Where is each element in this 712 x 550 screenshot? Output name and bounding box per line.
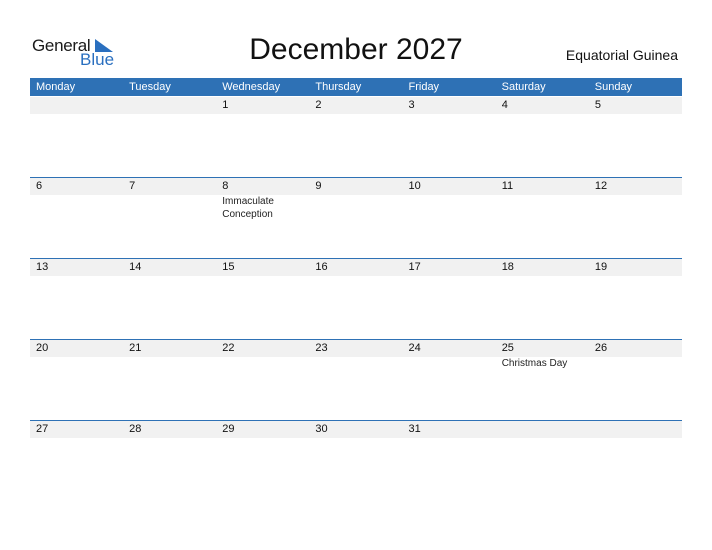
day-cell[interactable]: 3 [403, 97, 496, 177]
weekday-thursday: Thursday [315, 81, 362, 93]
day-number: 16 [315, 261, 328, 273]
day-cell[interactable]: 16 [309, 259, 402, 339]
day-cell[interactable]: 14 [123, 259, 216, 339]
holiday-label: Christmas Day [501, 358, 568, 369]
day-number: 24 [408, 342, 421, 354]
day-number: 27 [36, 423, 49, 435]
week-row: 27 28 29 30 31 [30, 420, 682, 502]
weekday-saturday: Saturday [501, 81, 546, 93]
day-number: 28 [129, 423, 142, 435]
day-cell[interactable]: 18 [496, 259, 589, 339]
day-cell[interactable]: 12 [589, 178, 682, 258]
day-cell[interactable]: 7 [123, 178, 216, 258]
day-number: 30 [315, 423, 328, 435]
day-cell[interactable]: 28 [123, 421, 216, 501]
day-number: 14 [129, 261, 142, 273]
weekday-tuesday: Tuesday [129, 81, 171, 93]
day-number: 13 [36, 261, 49, 273]
day-cell[interactable]: 8 Immaculate Conception [216, 178, 309, 258]
day-number: 1 [222, 99, 229, 111]
holiday-label: Immaculate Conception [222, 196, 274, 220]
day-cell [30, 97, 123, 177]
day-cell[interactable]: 30 [309, 421, 402, 501]
day-cell[interactable]: 1 [216, 97, 309, 177]
weekday-monday: Monday [36, 81, 76, 93]
day-number: 7 [129, 180, 136, 192]
day-cell[interactable]: 4 [496, 97, 589, 177]
day-number: 21 [129, 342, 142, 354]
week-row: 6 7 8 Immaculate Conception 9 10 11 12 [30, 177, 682, 259]
day-number: 19 [594, 261, 608, 273]
day-number: 15 [222, 261, 235, 273]
day-number: 26 [594, 342, 608, 354]
day-cell[interactable]: 26 [589, 340, 682, 420]
day-number: 2 [315, 99, 322, 111]
day-cell[interactable]: 9 [309, 178, 402, 258]
day-cell[interactable]: 20 [30, 340, 123, 420]
day-cell[interactable]: 15 [216, 259, 309, 339]
day-cell[interactable]: 2 [309, 97, 402, 177]
day-number: 23 [315, 342, 328, 354]
weekday-wednesday: Wednesday [222, 81, 281, 93]
country-label: Equatorial Guinea [565, 47, 678, 63]
day-cell[interactable]: 5 [589, 97, 682, 177]
day-cell [496, 421, 589, 501]
day-number: 10 [408, 180, 421, 192]
day-number: 31 [408, 423, 421, 435]
day-cell[interactable]: 13 [30, 259, 123, 339]
day-cell[interactable]: 21 [123, 340, 216, 420]
day-cell[interactable]: 29 [216, 421, 309, 501]
day-number: 29 [222, 423, 235, 435]
day-cell[interactable]: 24 [403, 340, 496, 420]
week-row: 1 2 3 4 5 [30, 97, 682, 178]
weekday-friday: Friday [408, 81, 440, 93]
day-cell[interactable]: 11 [496, 178, 589, 258]
day-cell[interactable]: 31 [403, 421, 496, 501]
day-number: 25 [501, 342, 514, 354]
day-number: 22 [222, 342, 235, 354]
week-row: 20 21 22 23 24 25 Christmas Day 26 [30, 339, 682, 421]
day-cell[interactable]: 27 [30, 421, 123, 501]
day-number: 20 [36, 342, 49, 354]
day-number: 8 [222, 180, 229, 192]
day-cell [589, 421, 682, 501]
day-cell[interactable]: 6 [30, 178, 123, 258]
weekday-header: Monday Tuesday Wednesday Thursday Friday… [30, 78, 682, 96]
day-number: 18 [501, 261, 514, 273]
day-number: 9 [315, 180, 322, 192]
day-cell[interactable]: 17 [403, 259, 496, 339]
week-row: 13 14 15 16 17 18 19 [30, 258, 682, 340]
day-cell[interactable]: 25 Christmas Day [496, 340, 589, 420]
day-cell[interactable]: 23 [309, 340, 402, 420]
day-number: 3 [408, 99, 415, 111]
day-cell[interactable]: 19 [589, 259, 682, 339]
day-number: 12 [594, 180, 608, 192]
weekday-sunday: Sunday [594, 81, 633, 93]
day-number: 11 [501, 180, 514, 192]
day-cell[interactable]: 22 [216, 340, 309, 420]
day-number: 4 [501, 99, 508, 111]
day-cell[interactable]: 10 [403, 178, 496, 258]
day-number: 6 [36, 180, 43, 192]
day-cell [123, 97, 216, 177]
day-number: 17 [408, 261, 421, 273]
day-number: 5 [594, 99, 601, 111]
